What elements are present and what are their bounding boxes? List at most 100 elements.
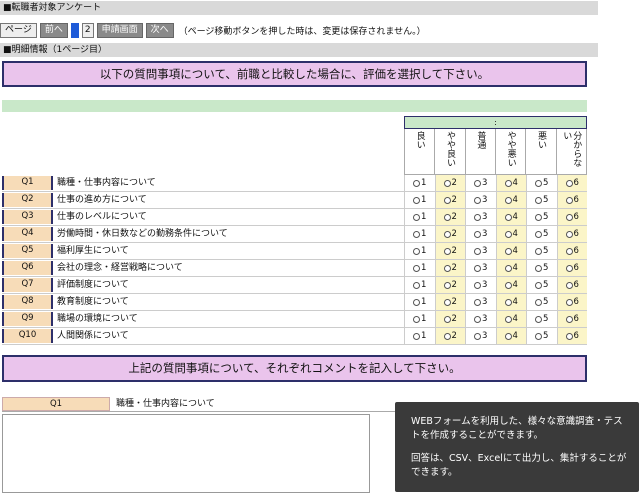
rating-option[interactable]: 4 [495,294,526,310]
radio-button[interactable] [443,230,451,238]
rating-option[interactable]: 5 [526,294,557,310]
radio-button[interactable] [565,247,573,255]
radio-button[interactable] [443,281,451,289]
rating-option[interactable]: 6 [556,277,587,293]
rating-option[interactable]: 1 [404,175,435,191]
rating-option[interactable]: 5 [526,226,557,242]
radio-button[interactable] [474,264,482,272]
rating-option[interactable]: 2 [434,226,465,242]
rating-option[interactable]: 2 [434,175,465,191]
rating-option[interactable]: 1 [404,226,435,242]
rating-option[interactable]: 3 [465,175,496,191]
rating-option[interactable]: 1 [404,192,435,208]
rating-option[interactable]: 3 [465,328,496,344]
rating-option[interactable]: 2 [434,294,465,310]
rating-option[interactable]: 2 [434,209,465,225]
rating-option[interactable]: 2 [434,277,465,293]
apply-screen-button[interactable]: 申請画面 [96,22,143,38]
rating-option[interactable]: 5 [526,311,557,327]
rating-option[interactable]: 6 [556,226,587,242]
rating-option[interactable]: 4 [495,328,526,344]
rating-option[interactable]: 5 [526,243,557,259]
radio-button[interactable] [474,230,482,238]
rating-option[interactable]: 1 [404,328,435,344]
radio-button[interactable] [504,196,512,204]
radio-button[interactable] [504,230,512,238]
radio-button[interactable] [535,196,543,204]
radio-button[interactable] [413,247,421,255]
rating-option[interactable]: 4 [495,175,526,191]
radio-button[interactable] [474,298,482,306]
radio-button[interactable] [443,179,451,187]
rating-option[interactable]: 2 [434,243,465,259]
radio-button[interactable] [474,281,482,289]
radio-button[interactable] [565,315,573,323]
rating-option[interactable]: 2 [434,192,465,208]
radio-button[interactable] [413,315,421,323]
rating-option[interactable]: 3 [465,311,496,327]
radio-button[interactable] [565,298,573,306]
page-number[interactable]: 2 [81,22,94,38]
rating-option[interactable]: 5 [526,209,557,225]
radio-button[interactable] [474,179,482,187]
rating-option[interactable]: 1 [404,294,435,310]
radio-button[interactable] [443,213,451,221]
radio-button[interactable] [535,315,543,323]
radio-button[interactable] [565,264,573,272]
radio-button[interactable] [474,247,482,255]
radio-button[interactable] [443,332,451,340]
rating-option[interactable]: 2 [434,260,465,276]
radio-button[interactable] [504,179,512,187]
rating-option[interactable]: 3 [465,260,496,276]
rating-option[interactable]: 3 [465,243,496,259]
radio-button[interactable] [504,315,512,323]
radio-button[interactable] [504,264,512,272]
radio-button[interactable] [565,332,573,340]
radio-button[interactable] [535,281,543,289]
rating-option[interactable]: 5 [526,192,557,208]
rating-option[interactable]: 2 [434,328,465,344]
radio-button[interactable] [413,332,421,340]
radio-button[interactable] [413,298,421,306]
radio-button[interactable] [413,281,421,289]
radio-button[interactable] [535,247,543,255]
rating-option[interactable]: 6 [556,209,587,225]
radio-button[interactable] [413,213,421,221]
rating-option[interactable]: 4 [495,209,526,225]
radio-button[interactable] [504,213,512,221]
radio-button[interactable] [565,196,573,204]
radio-button[interactable] [443,315,451,323]
radio-button[interactable] [413,179,421,187]
rating-option[interactable]: 1 [404,311,435,327]
comment-textarea[interactable] [2,414,370,493]
rating-option[interactable]: 4 [495,226,526,242]
rating-option[interactable]: 4 [495,260,526,276]
radio-button[interactable] [413,264,421,272]
radio-button[interactable] [535,213,543,221]
radio-button[interactable] [535,179,543,187]
radio-button[interactable] [535,264,543,272]
radio-button[interactable] [565,230,573,238]
rating-option[interactable]: 4 [495,277,526,293]
rating-option[interactable]: 4 [495,192,526,208]
radio-button[interactable] [443,247,451,255]
rating-option[interactable]: 3 [465,192,496,208]
next-button[interactable]: 次へ [145,22,174,38]
rating-option[interactable]: 5 [526,328,557,344]
radio-button[interactable] [474,315,482,323]
radio-button[interactable] [413,196,421,204]
rating-option[interactable]: 6 [556,175,587,191]
radio-button[interactable] [443,298,451,306]
radio-button[interactable] [474,213,482,221]
radio-button[interactable] [565,281,573,289]
radio-button[interactable] [474,332,482,340]
rating-option[interactable]: 3 [465,294,496,310]
prev-button[interactable]: 前へ [39,22,68,38]
radio-button[interactable] [535,298,543,306]
rating-option[interactable]: 1 [404,260,435,276]
rating-option[interactable]: 3 [465,226,496,242]
rating-option[interactable]: 6 [556,294,587,310]
radio-button[interactable] [535,230,543,238]
radio-button[interactable] [413,230,421,238]
rating-option[interactable]: 5 [526,175,557,191]
